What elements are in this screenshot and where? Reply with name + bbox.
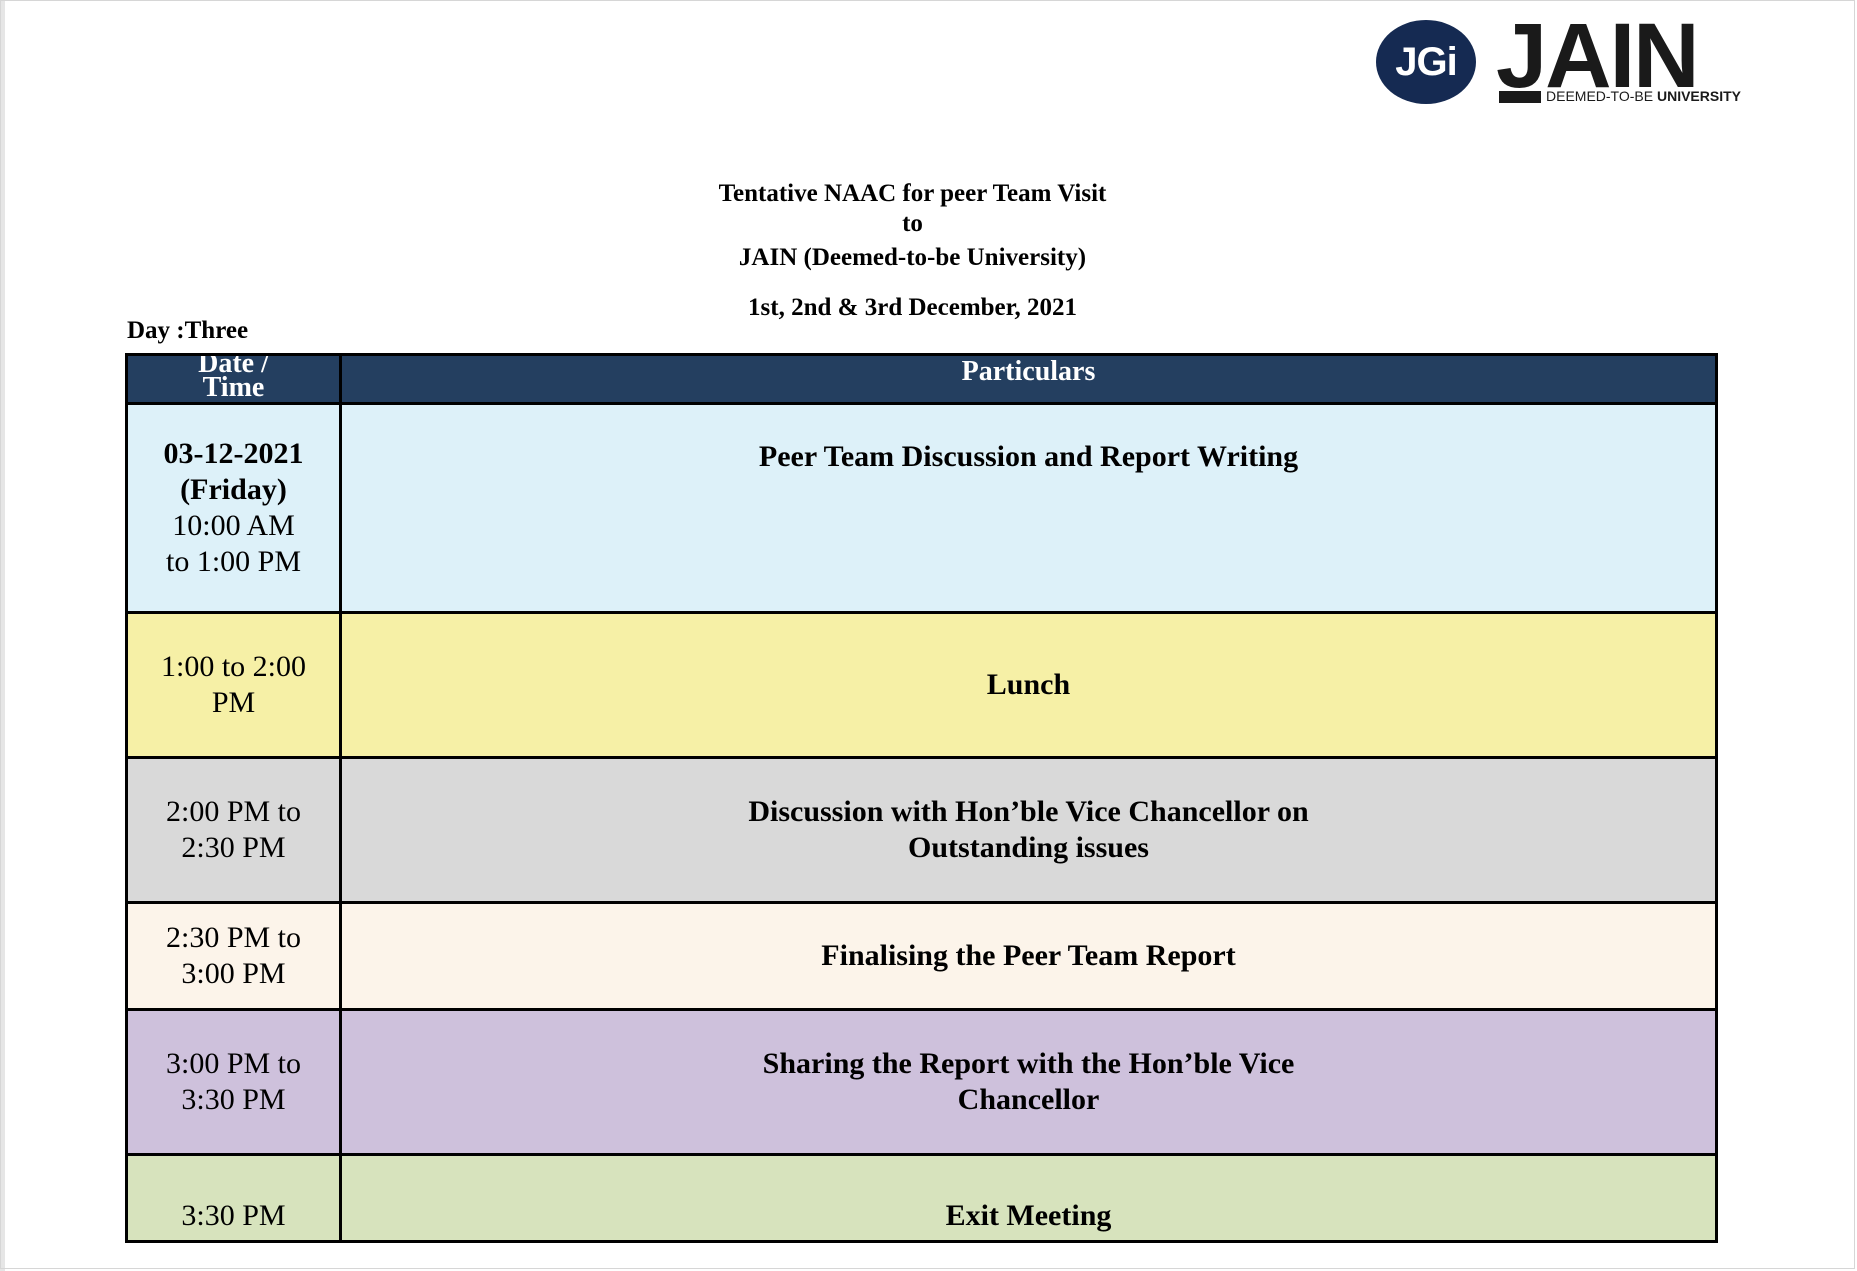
row-time-line1: 2:30 PM to: [165, 921, 302, 954]
jain-university-logo: JGi JAIN DEEMED-TO-BE UNIVERSITY: [1374, 10, 1754, 106]
event-dates: 1st, 2nd & 3rd December, 2021: [748, 294, 1077, 321]
jgi-badge-text: JGi: [1395, 40, 1457, 84]
table-row: 3:30 PM Exit Meeting: [125, 1153, 1718, 1243]
schedule-table: Date / Time Particulars 03-12-2021 (Frida…: [125, 353, 1718, 1243]
activity-text: Exit Meeting: [945, 1199, 1112, 1232]
row-time-line2: 2:30 PM: [181, 831, 286, 864]
row-time-line1: 2:00 PM to: [165, 795, 302, 828]
title-line-3: JAIN (Deemed-to-be University): [738, 244, 1087, 271]
time-cell: 3:00 PM to 3:30 PM: [125, 1008, 342, 1156]
logo-subtitle-bold: UNIVERSITY: [1656, 88, 1741, 104]
activity-text-line1: Sharing the Report with the Hon’ble Vice: [762, 1047, 1295, 1080]
row-time-line2: 3:00 PM: [181, 957, 286, 990]
table-row: 3:00 PM to 3:30 PM Sharing the Report wi…: [125, 1008, 1718, 1156]
row-date: 03-12-2021: [163, 437, 304, 470]
row-time-start: 10:00 AM: [172, 509, 295, 542]
title-line-2: to: [902, 210, 923, 237]
table-row: 2:00 PM to 2:30 PM Discussion with Hon’b…: [125, 756, 1718, 904]
time-cell: 1:00 to 2:00 PM: [125, 611, 342, 759]
activity-cell: Peer Team Discussion and Report Writing: [339, 402, 1718, 614]
jgi-badge: JGi: [1376, 20, 1476, 104]
time-cell: 3:30 PM: [125, 1153, 342, 1243]
header-date-time-text: Date / Time: [130, 358, 338, 403]
row-time-line1: 3:00 PM to: [165, 1047, 302, 1080]
logo-subtitle-plain: DEEMED-TO-BE: [1546, 88, 1657, 104]
row-time-line1: 1:00 to 2:00: [160, 650, 306, 683]
activity-text-line1: Discussion with Hon’ble Vice Chancellor …: [748, 795, 1309, 828]
row-day: (Friday): [180, 473, 287, 506]
table-row: 1:00 to 2:00 PM Lunch: [125, 611, 1718, 759]
activity-text: Peer Team Discussion and Report Writing: [758, 440, 1299, 473]
day-label: Day :Three: [127, 317, 249, 344]
viewer-left-edge: [0, 0, 5, 1271]
header-particulars-text: Particulars: [961, 356, 1096, 387]
header-date-time: Date / Time: [125, 353, 342, 405]
row-time-end: to 1:00 PM: [165, 545, 302, 578]
row-time-line2: 3:30 PM: [181, 1083, 286, 1116]
header-particulars: Particulars: [339, 353, 1718, 405]
activity-cell: Discussion with Hon’ble Vice Chancellor …: [339, 756, 1718, 904]
time-cell: 2:00 PM to 2:30 PM: [125, 756, 342, 904]
activity-cell: Sharing the Report with the Hon’ble Vice…: [339, 1008, 1718, 1156]
title-line-1: Tentative NAAC for peer Team Visit: [718, 180, 1107, 207]
table-row: 03-12-2021 (Friday) 10:00 AM to 1:00 PM …: [125, 402, 1718, 614]
activity-text-line2: Chancellor: [957, 1083, 1100, 1116]
time-cell: 03-12-2021 (Friday) 10:00 AM to 1:00 PM: [125, 402, 342, 614]
activity-text: Finalising the Peer Team Report: [821, 939, 1236, 972]
activity-cell: Exit Meeting: [339, 1153, 1718, 1243]
table-header-row: Date / Time Particulars: [125, 353, 1718, 405]
logo-underline-bar: [1499, 91, 1541, 103]
activity-text-line2: Outstanding issues: [908, 831, 1149, 864]
activity-cell: Lunch: [339, 611, 1718, 759]
activity-text: Lunch: [986, 668, 1071, 701]
table-row: 2:30 PM to 3:00 PM Finalising the Peer T…: [125, 901, 1718, 1011]
activity-cell: Finalising the Peer Team Report: [339, 901, 1718, 1011]
logo-subtitle: DEEMED-TO-BE UNIVERSITY: [1546, 88, 1741, 104]
row-time-line2: PM: [211, 686, 256, 719]
header-time-line: Time: [202, 372, 265, 403]
row-time-line1: 3:30 PM: [181, 1199, 286, 1232]
time-cell: 2:30 PM to 3:00 PM: [125, 901, 342, 1011]
